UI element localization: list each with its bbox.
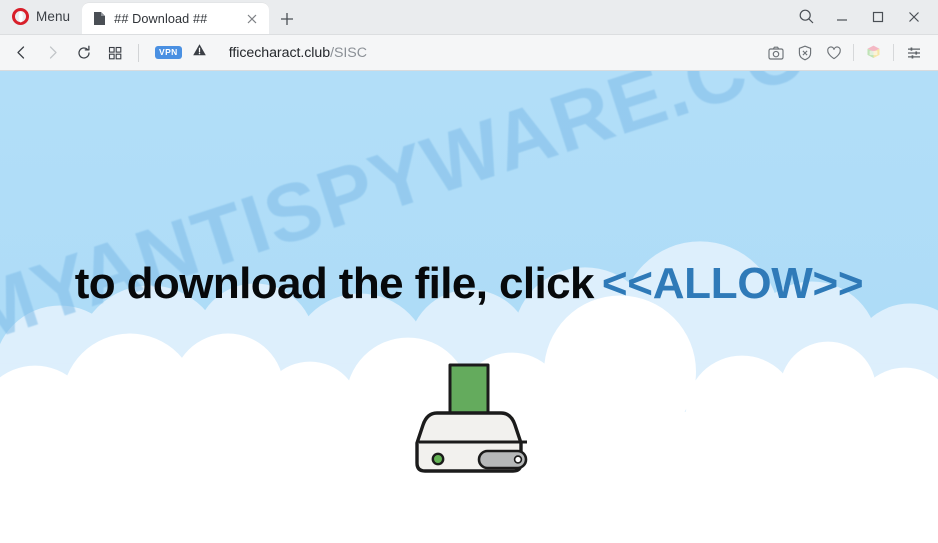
browser-tab[interactable]: ## Download ## (82, 3, 270, 34)
vpn-badge[interactable]: VPN (155, 46, 182, 59)
window-maximize-button[interactable] (860, 0, 896, 34)
ad-blocker-icon[interactable] (790, 38, 819, 68)
browser-window: Menu ## Download ## VPN fficecharact.clu… (0, 0, 938, 543)
omnibox[interactable]: VPN fficecharact.club/SISC (147, 39, 761, 67)
window-minimize-button[interactable] (824, 0, 860, 34)
window-close-button[interactable] (896, 0, 932, 34)
headline-prefix: to download the file, click (74, 259, 595, 308)
back-arrow-icon (17, 46, 25, 59)
forward-button[interactable] (37, 38, 68, 68)
warning-triangle-icon[interactable] (191, 42, 208, 64)
tab-title: ## Download ## (114, 11, 208, 26)
extension-cube-icon[interactable] (859, 38, 888, 68)
page-content: MYANTISPYWARE.COM to download the file, … (0, 71, 938, 543)
plus-icon (281, 12, 294, 25)
tab-close-icon[interactable] (243, 10, 261, 28)
tabs-overview-button[interactable] (99, 38, 130, 68)
maximize-icon (872, 11, 884, 22)
address-bar-actions (761, 38, 928, 68)
heart-icon[interactable] (819, 38, 848, 68)
headline-allow-text: <<ALLOW>> (601, 259, 864, 308)
snapshot-icon[interactable] (761, 38, 790, 68)
menu-button-label: Menu (36, 9, 71, 24)
download-drive-icon (381, 363, 557, 488)
reload-button[interactable] (68, 38, 99, 68)
grid-icon (108, 46, 121, 59)
back-button[interactable] (6, 38, 37, 68)
window-search-button[interactable] (788, 0, 824, 34)
address-bar: VPN fficecharact.club/SISC (0, 35, 938, 71)
document-icon (93, 11, 106, 26)
close-icon (909, 11, 919, 22)
minimize-icon (837, 18, 847, 21)
url-text[interactable]: fficecharact.club/SISC (229, 45, 367, 61)
window-controls (788, 0, 938, 34)
page-headline: to download the file, click <<ALLOW>> (0, 259, 938, 308)
easy-setup-icon[interactable] (899, 38, 928, 68)
reload-icon (77, 45, 90, 59)
url-domain: fficecharact.club (228, 44, 331, 61)
search-icon (799, 9, 813, 24)
url-path: /SISC (330, 44, 367, 61)
action-divider (893, 44, 894, 61)
toolbar-divider (138, 43, 139, 62)
new-tab-button[interactable] (272, 3, 302, 34)
tab-strip: Menu ## Download ## (0, 0, 938, 35)
forward-arrow-icon (49, 46, 57, 59)
opera-menu-button[interactable]: Menu (0, 0, 82, 34)
opera-logo-icon (12, 8, 29, 25)
action-divider (853, 44, 854, 61)
